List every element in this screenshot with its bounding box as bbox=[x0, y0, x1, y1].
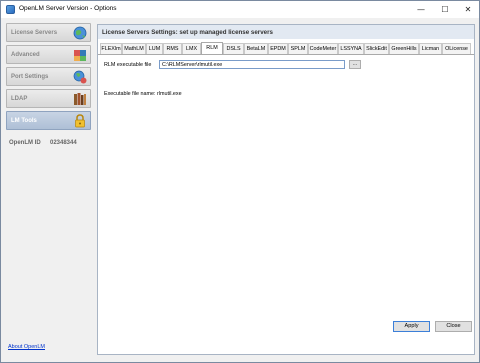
panel-header: License Servers Settings: set up managed… bbox=[98, 25, 474, 39]
window-title: OpenLM Server Version - Options bbox=[19, 5, 117, 12]
tab-divider bbox=[98, 54, 474, 55]
apply-button[interactable]: Apply bbox=[393, 321, 430, 332]
rlm-executable-input[interactable] bbox=[159, 60, 345, 69]
ldap-books-icon bbox=[74, 93, 86, 105]
options-window: OpenLM Server Version - Options — ☐ ✕ Li… bbox=[0, 0, 480, 363]
tab-rms[interactable]: RMS bbox=[163, 43, 182, 54]
sidebar-item-label: License Servers bbox=[11, 30, 58, 36]
sidebar-item-lm-tools[interactable]: LM Tools bbox=[6, 111, 91, 130]
sidebar: License Servers Advanced Port Settings L… bbox=[6, 23, 91, 356]
tab-lssyna[interactable]: LSSYNA bbox=[338, 43, 364, 54]
close-button[interactable]: Close bbox=[435, 321, 472, 332]
tab-mathlm[interactable]: MathLM bbox=[122, 43, 146, 54]
tab-licman[interactable]: Licman bbox=[419, 43, 442, 54]
lock-icon bbox=[75, 114, 85, 128]
tab-lum[interactable]: LUM bbox=[146, 43, 163, 54]
panel-title: License Servers Settings: set up managed… bbox=[102, 29, 273, 36]
globe-icon bbox=[73, 26, 87, 40]
openlm-id-label: OpenLM ID bbox=[9, 140, 41, 146]
tab-flexlm[interactable]: FLEXlm bbox=[100, 43, 122, 54]
tab-slickedit[interactable]: SlickEdit bbox=[364, 43, 389, 54]
license-manager-tabs: FLEXlm MathLM LUM RMS LMX RLM DSLS BetaL… bbox=[98, 42, 474, 54]
sidebar-item-ldap[interactable]: LDAP bbox=[6, 89, 91, 108]
sidebar-item-label: Advanced bbox=[11, 52, 40, 58]
tab-dsls[interactable]: DSLS bbox=[223, 43, 244, 54]
settings-panel: License Servers Settings: set up managed… bbox=[97, 24, 475, 355]
rlm-executable-label: RLM executable file bbox=[104, 62, 152, 68]
tab-betalm[interactable]: BetaLM bbox=[244, 43, 268, 54]
sidebar-item-port-settings[interactable]: Port Settings bbox=[6, 67, 91, 86]
tab-epdm[interactable]: EPDM bbox=[268, 43, 288, 54]
sidebar-item-label: LDAP bbox=[11, 96, 28, 102]
close-window-button[interactable]: ✕ bbox=[456, 1, 480, 18]
maximize-button[interactable]: ☐ bbox=[433, 1, 457, 18]
sidebar-item-advanced[interactable]: Advanced bbox=[6, 45, 91, 64]
sidebar-item-license-servers[interactable]: License Servers bbox=[6, 23, 91, 42]
minimize-button[interactable]: — bbox=[409, 1, 433, 18]
tab-olicense[interactable]: OLicense bbox=[442, 43, 471, 54]
tab-codemeter[interactable]: CodeMeter bbox=[308, 43, 338, 54]
globe-plug-icon bbox=[73, 70, 87, 84]
openlm-id-value: 02348344 bbox=[50, 140, 77, 146]
tab-rlm[interactable]: RLM bbox=[201, 42, 223, 54]
app-logo-icon bbox=[6, 5, 15, 14]
about-openlm-link[interactable]: About OpenLM bbox=[8, 344, 45, 350]
tab-greenhills[interactable]: GreenHills bbox=[389, 43, 419, 54]
sidebar-item-label: Port Settings bbox=[11, 74, 49, 80]
executable-file-name-text: Executable file name: rlmutil.exe bbox=[104, 91, 182, 97]
tab-splm[interactable]: SPLM bbox=[288, 43, 308, 54]
sidebar-item-label: LM Tools bbox=[11, 118, 37, 124]
browse-button[interactable]: ... bbox=[349, 60, 361, 69]
tab-lmx[interactable]: LMX bbox=[182, 43, 201, 54]
title-bar: OpenLM Server Version - Options — ☐ ✕ bbox=[1, 1, 479, 18]
advanced-icon bbox=[74, 50, 86, 61]
